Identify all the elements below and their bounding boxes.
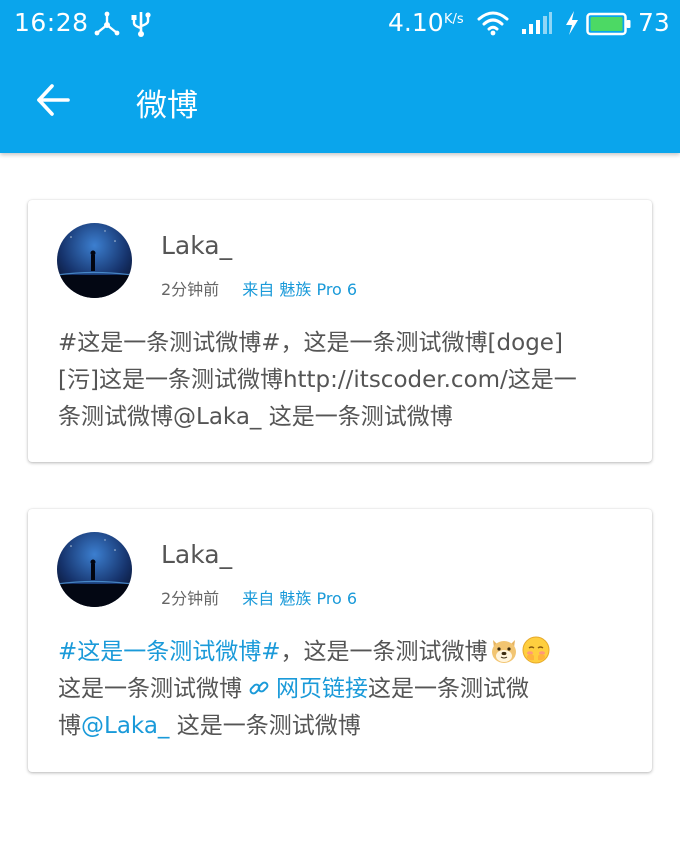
wifi-icon bbox=[477, 10, 509, 40]
doge-emoji bbox=[489, 635, 519, 665]
post-time: 2分钟前 bbox=[161, 589, 220, 608]
post-content: #这是一条测试微博#，这是一条测试微博[doge] [污]这是一条测试微博htt… bbox=[58, 325, 636, 436]
charging-bolt-icon bbox=[564, 10, 580, 40]
post-text: 这是一条测试微 bbox=[368, 676, 529, 702]
post-text: 这是一条测试微博 bbox=[58, 676, 242, 702]
post-content: #这是一条测试微博#，这是一条测试微博 这是一条测试微博 网页链接这是一条测试微… bbox=[58, 634, 636, 745]
post-line: 条测试微博@Laka_ 这是一条测试微博 bbox=[58, 404, 453, 430]
blush-emoji bbox=[521, 635, 551, 665]
post-text: 博 bbox=[58, 713, 81, 739]
post-meta: 2分钟前 来自 魅族 Pro 6 bbox=[161, 585, 357, 609]
post-text: 这是一条测试微博 bbox=[169, 713, 361, 739]
post-meta: 2分钟前 来自 魅族 Pro 6 bbox=[161, 276, 357, 300]
weibo-post-card[interactable]: Laka_ 2分钟前 来自 魅族 Pro 6 #这是一条测试微博#，这是一条测试… bbox=[28, 509, 652, 772]
back-button[interactable] bbox=[34, 80, 74, 120]
post-time: 2分钟前 bbox=[161, 280, 220, 299]
battery-icon bbox=[586, 12, 632, 40]
usb-icon bbox=[130, 10, 152, 42]
status-bar: 16:28 4.10 K/s 73 bbox=[0, 0, 680, 48]
status-time: 16:28 bbox=[14, 8, 89, 37]
link-icon[interactable] bbox=[248, 674, 270, 696]
post-line: 这是一条测试微博 网页链接这是一条测试微 bbox=[58, 671, 636, 708]
mention-link[interactable]: @Laka_ bbox=[81, 713, 169, 739]
signal-icon bbox=[521, 11, 553, 39]
weibo-post-card[interactable]: Laka_ 2分钟前 来自 魅族 Pro 6 #这是一条测试微博#，这是一条测试… bbox=[28, 200, 652, 462]
post-line: 博@Laka_ 这是一条测试微博 bbox=[58, 708, 636, 745]
post-text: ，这是一条测试微博 bbox=[280, 639, 488, 665]
page-title: 微博 bbox=[136, 88, 198, 124]
post-line: #这是一条测试微博#，这是一条测试微博[doge] bbox=[58, 330, 563, 356]
username[interactable]: Laka_ bbox=[161, 540, 232, 569]
usb-debug-icon bbox=[94, 11, 120, 41]
network-speed-unit: K/s bbox=[444, 12, 464, 27]
app-header: 16:28 4.10 K/s 73 微博 bbox=[0, 0, 680, 153]
username[interactable]: Laka_ bbox=[161, 231, 232, 260]
topic-link[interactable]: #这是一条测试微博# bbox=[58, 639, 281, 665]
post-line: [污]这是一条测试微博http://itscoder.com/这是一 bbox=[58, 367, 577, 393]
arrow-left-icon bbox=[37, 84, 70, 116]
battery-percent: 73 bbox=[638, 8, 670, 37]
avatar[interactable] bbox=[57, 532, 132, 607]
post-source[interactable]: 来自 魅族 Pro 6 bbox=[242, 276, 357, 300]
network-speed: 4.10 bbox=[388, 8, 444, 37]
avatar[interactable] bbox=[57, 223, 132, 298]
post-source[interactable]: 来自 魅族 Pro 6 bbox=[242, 585, 357, 609]
post-line: #这是一条测试微博#，这是一条测试微博 bbox=[58, 634, 636, 671]
web-link[interactable]: 网页链接 bbox=[276, 676, 368, 702]
